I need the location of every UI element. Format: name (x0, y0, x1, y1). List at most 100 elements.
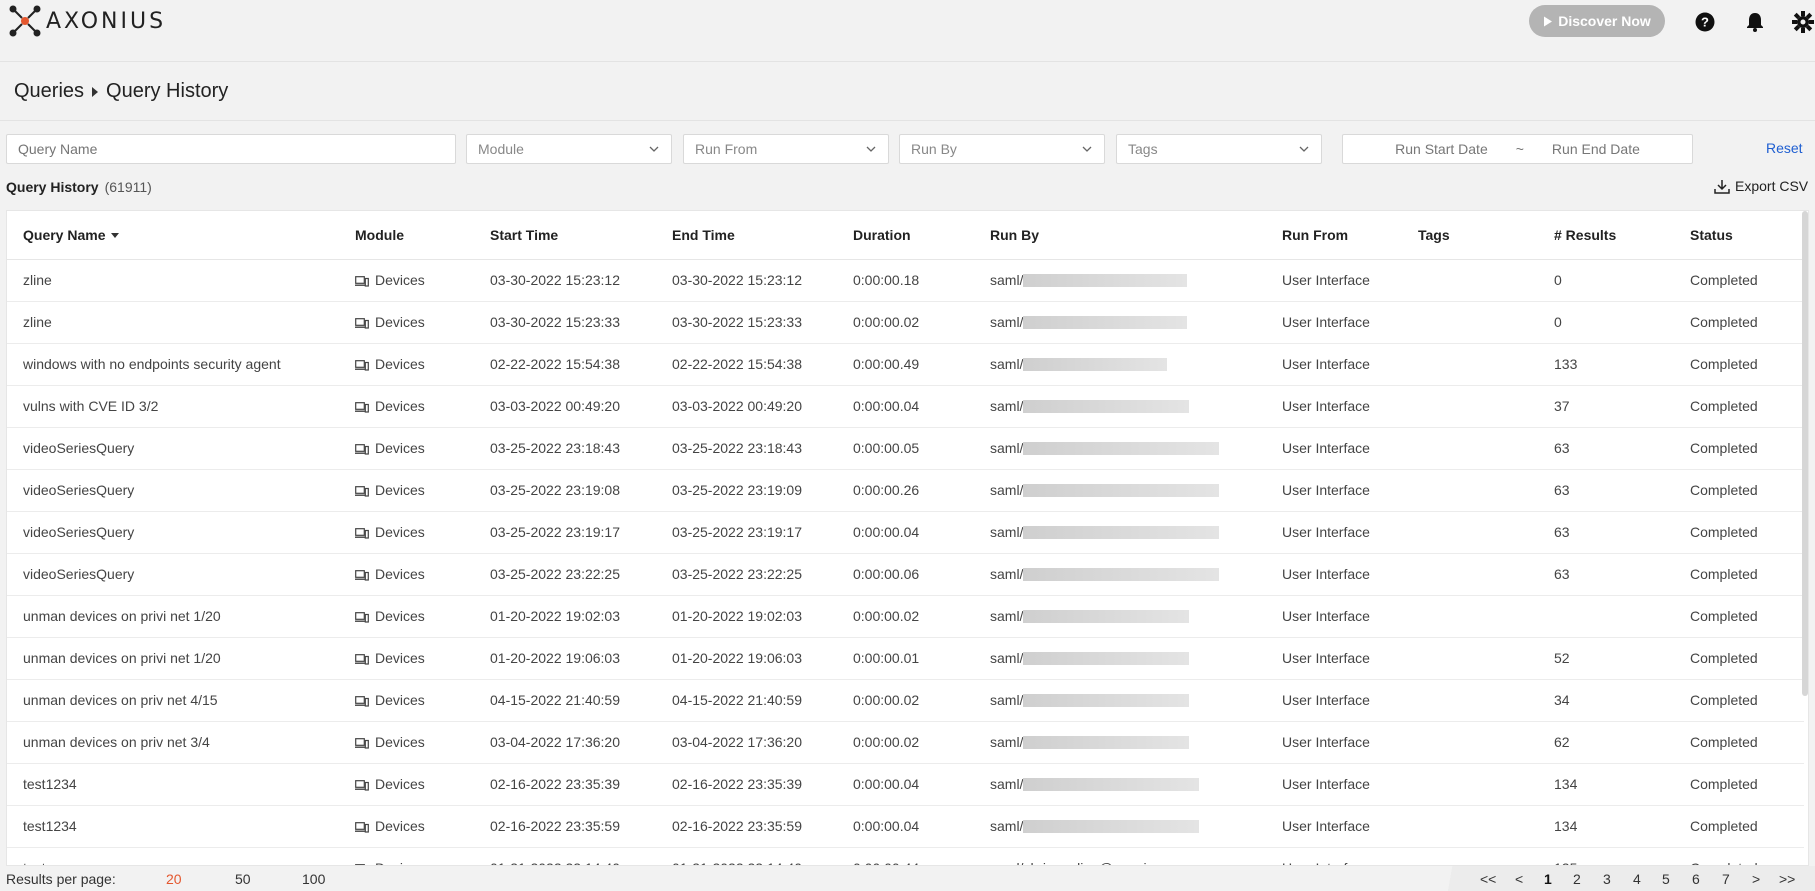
table-row[interactable]: videoSeriesQuery Devices 03-25-2022 23:19:… (7, 469, 1804, 512)
start-date-input[interactable]: Run Start Date (1395, 141, 1488, 157)
end-time-cell: 01-31-2022 22:14:40 (656, 847, 837, 865)
table-row[interactable]: test1234 Devices 02-16-2022 23:35:39 02-16-… (7, 763, 1804, 806)
page-7[interactable]: 7 (1722, 871, 1730, 887)
table-row[interactable]: videoSeriesQuery Devices 03-25-2022 23:22:… (7, 553, 1804, 596)
table-row[interactable]: videoSeriesQuery Devices 03-25-2022 23:19:… (7, 511, 1804, 554)
run-from-filter-select[interactable]: Run From (683, 134, 889, 164)
column-header-module[interactable]: Module (339, 211, 474, 260)
column-header-query-name[interactable]: Query Name (7, 211, 339, 260)
export-csv-button[interactable]: Export CSV (1714, 178, 1808, 194)
sort-descending-icon[interactable] (111, 233, 120, 239)
module-label: Devices (375, 776, 425, 792)
discover-now-label: Discover Now (1558, 13, 1651, 29)
discover-now-button[interactable]: Discover Now (1529, 5, 1665, 37)
settings-gear-icon[interactable] (1792, 11, 1814, 33)
column-header-end-time[interactable]: End Time (656, 211, 837, 260)
reset-link[interactable]: Reset (1766, 140, 1803, 156)
page-next[interactable]: > (1752, 871, 1760, 887)
module-label: Devices (375, 398, 425, 414)
table-row[interactable]: test1234 Devices 02-16-2022 23:35:59 02-16-… (7, 805, 1804, 848)
breadcrumb-caret-icon (92, 86, 99, 97)
results-cell: 63 (1538, 553, 1674, 596)
tags-cell (1402, 385, 1538, 428)
column-header-results[interactable]: # Results (1538, 211, 1674, 260)
end-time-cell: 01-20-2022 19:02:03 (656, 595, 837, 638)
run-by-label: saml/ (990, 608, 1024, 624)
page-5[interactable]: 5 (1662, 871, 1670, 887)
tags-filter-select[interactable]: Tags (1116, 134, 1322, 164)
table-row[interactable]: videoSeriesQuery Devices 03-25-2022 23:18:… (7, 427, 1804, 470)
query-name-cell: videoSeriesQuery (7, 553, 339, 596)
page-6[interactable]: 6 (1692, 871, 1700, 887)
axonius-logo-icon (9, 5, 41, 37)
duration-cell: 0:00:00.02 (837, 301, 974, 344)
query-name-cell: videoSeriesQuery (7, 511, 339, 554)
run-by-filter-select[interactable]: Run By (899, 134, 1105, 164)
column-header-start-time[interactable]: Start Time (474, 211, 656, 260)
table-row[interactable]: vulns with CVE ID 3/2 Devices 03-03-2022 0… (7, 385, 1804, 428)
module-filter-select[interactable]: Module (466, 134, 672, 164)
per-page-option-50[interactable]: 50 (235, 871, 251, 887)
chevron-down-icon (866, 146, 876, 152)
column-header-duration[interactable]: Duration (837, 211, 974, 260)
page-first[interactable]: << (1480, 871, 1496, 887)
module-cell: Devices (339, 553, 474, 596)
results-cell: 0 (1538, 301, 1674, 344)
run-by-filter-label: Run By (911, 141, 957, 157)
end-date-input[interactable]: Run End Date (1552, 141, 1640, 157)
query-name-cell: zline (7, 301, 339, 344)
device-icon (355, 276, 369, 287)
logo[interactable]: AXONIUS (8, 4, 166, 38)
column-header-run-from[interactable]: Run From (1266, 211, 1402, 260)
run-by-cell: saml/ (974, 469, 1266, 512)
query-name-cell: test1234 (7, 763, 339, 806)
divider (0, 120, 1815, 121)
module-cell: Devices (339, 301, 474, 344)
table-row[interactable]: test queryDevices01-31-2022 22:14:4001-3… (7, 847, 1804, 865)
run-by-label: saml/ (990, 272, 1024, 288)
table-row[interactable]: unman devices on priv net 3/4 Devices 03-0… (7, 721, 1804, 764)
table-row[interactable]: unman devices on priv net 4/15 Devices 04-… (7, 679, 1804, 722)
tags-cell (1402, 427, 1538, 470)
column-header-status[interactable]: Status (1674, 211, 1804, 260)
notification-bell-icon[interactable] (1744, 11, 1766, 33)
module-filter-label: Module (478, 141, 524, 157)
redacted-email-mask (1023, 316, 1188, 329)
tags-filter-label: Tags (1128, 141, 1158, 157)
table-row[interactable]: unman devices on privi net 1/20 Devices 01… (7, 595, 1804, 638)
help-icon[interactable]: ? (1694, 11, 1716, 33)
per-page-option-20[interactable]: 20 (166, 871, 182, 887)
table-row[interactable]: windows with no endpoints security agent… (7, 343, 1804, 386)
page-3[interactable]: 3 (1603, 871, 1611, 887)
page-2[interactable]: 2 (1573, 871, 1581, 887)
column-header-tags[interactable]: Tags (1402, 211, 1538, 260)
end-time-cell: 03-25-2022 23:22:25 (656, 553, 837, 596)
results-cell: 133 (1538, 343, 1674, 386)
redacted-email-mask (1023, 820, 1200, 833)
date-range-picker[interactable]: Run Start Date ~ Run End Date (1342, 134, 1693, 164)
results-cell: 52 (1538, 637, 1674, 680)
page-last[interactable]: >> (1779, 871, 1795, 887)
table-row[interactable]: unman devices on privi net 1/20 Devices 01… (7, 637, 1804, 680)
results-cell: 34 (1538, 679, 1674, 722)
device-icon (355, 486, 369, 497)
query-name-cell: test query (7, 847, 339, 865)
table-row[interactable]: zline Devices 03-30-2022 15:23:33 03-30-202… (7, 301, 1804, 344)
module-cell: Devices (339, 763, 474, 806)
run-by-cell: saml/ (974, 679, 1266, 722)
query-name-filter-input[interactable] (6, 134, 456, 164)
run-from-cell: User Interface (1266, 259, 1402, 302)
table-scrollbar[interactable] (1802, 211, 1808, 696)
tags-cell (1402, 679, 1538, 722)
page-prev[interactable]: < (1515, 871, 1523, 887)
breadcrumb-queries-link[interactable]: Queries (14, 80, 84, 103)
page-1[interactable]: 1 (1544, 871, 1552, 887)
results-cell: 37 (1538, 385, 1674, 428)
column-header-run-by[interactable]: Run By (974, 211, 1266, 260)
page-4[interactable]: 4 (1633, 871, 1641, 887)
table-row[interactable]: zline Devices 03-30-2022 15:23:12 03-30-202… (7, 259, 1804, 302)
status-cell: Completed (1674, 847, 1804, 865)
per-page-option-100[interactable]: 100 (302, 871, 325, 887)
run-by-cell: saml/chris.gerling@axonius.com (974, 847, 1266, 865)
results-cell: 63 (1538, 427, 1674, 470)
